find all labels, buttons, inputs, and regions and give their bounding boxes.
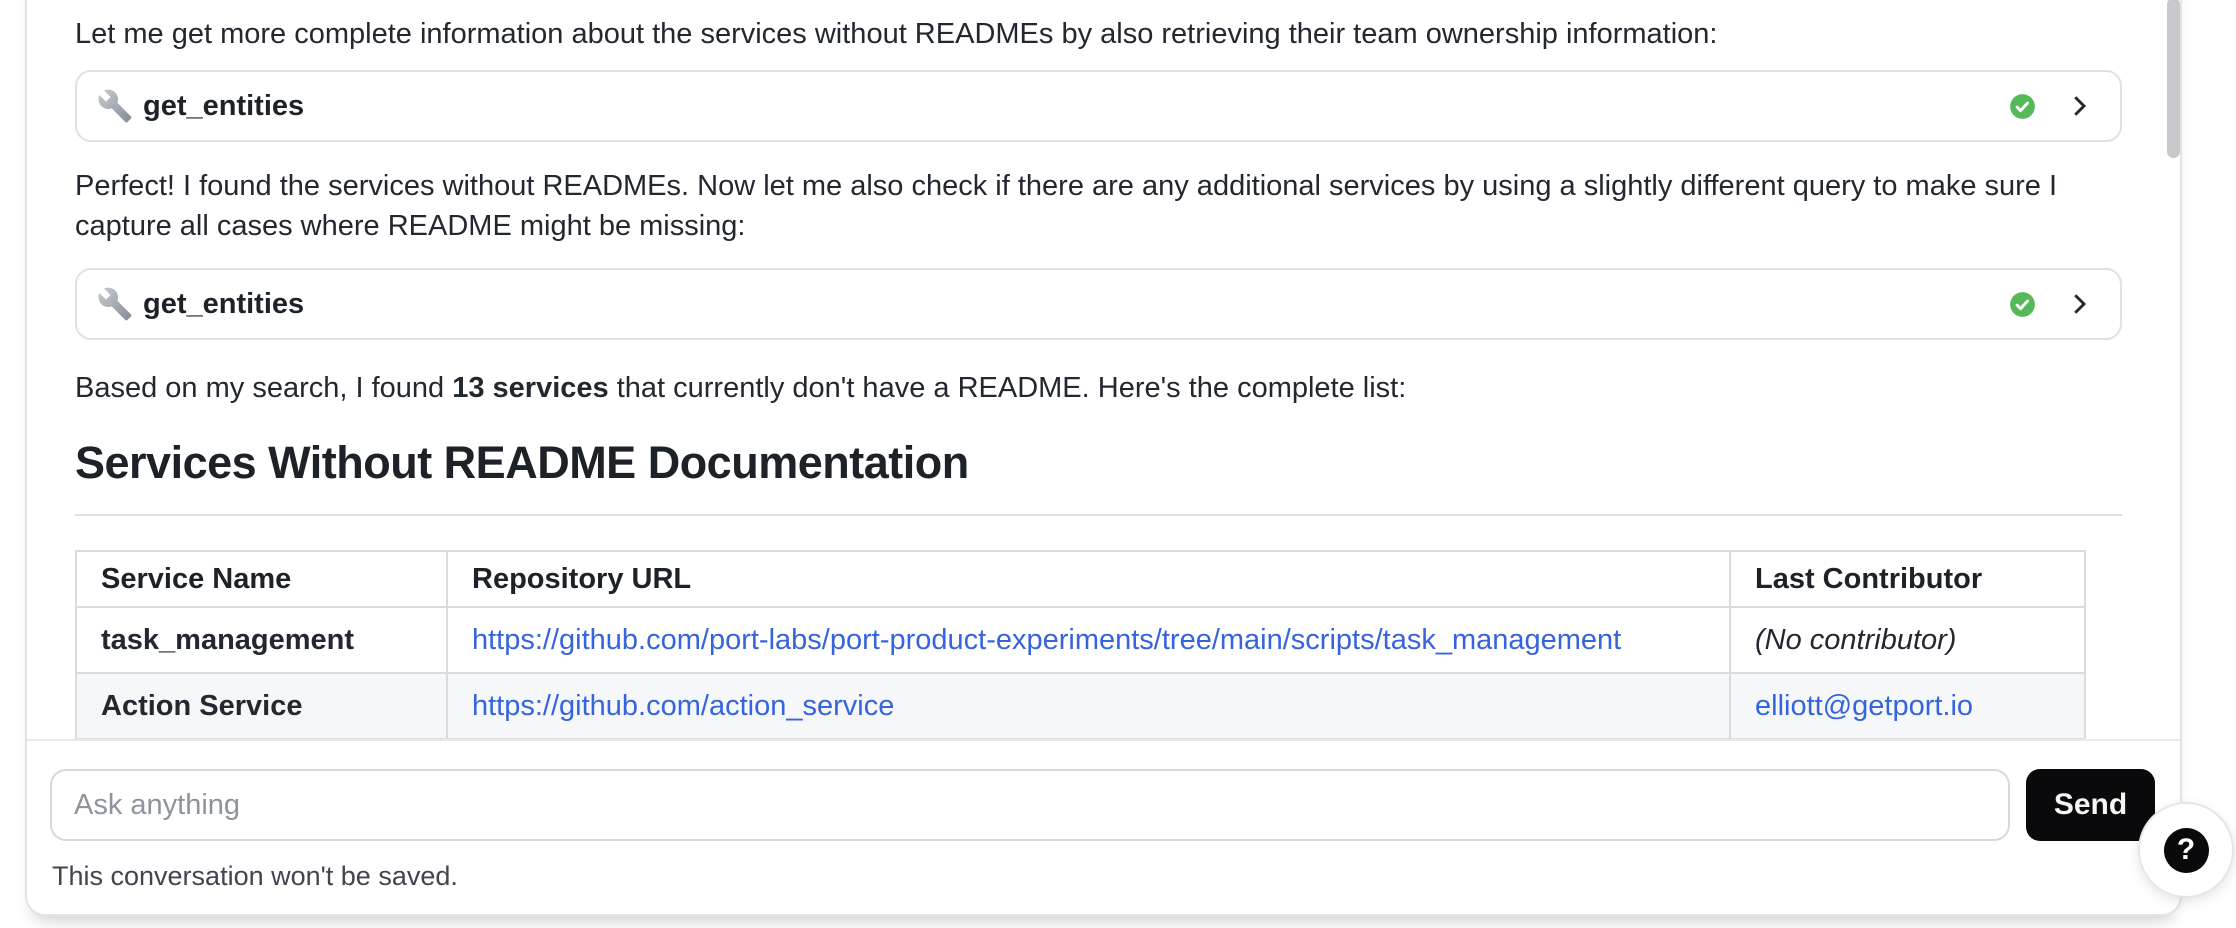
repository-link[interactable]: https://github.com/action_service <box>472 690 894 722</box>
contributor-email-link[interactable]: elliott@getport.io <box>1755 690 1973 722</box>
composer-row: Send <box>50 769 2155 841</box>
tool-call-name: get_entities <box>143 288 304 321</box>
wrench-icon <box>97 286 133 322</box>
question-mark-icon: ? <box>2164 828 2209 873</box>
column-header-last-contributor: Last Contributor <box>1730 551 2085 607</box>
assistant-message: Perfect! I found the services without RE… <box>75 166 2122 246</box>
table-row: task_management https://github.com/port-… <box>76 607 2085 673</box>
last-contributor-cell: elliott@getport.io <box>1730 673 2085 739</box>
ask-anything-input[interactable] <box>50 769 2010 841</box>
repository-url-cell: https://github.com/action_service <box>447 673 1730 739</box>
tool-call-get-entities-1[interactable]: get_entities <box>75 70 2122 142</box>
column-header-repository-url: Repository URL <box>447 551 1730 607</box>
chat-transcript: Let me get more complete information abo… <box>27 0 2180 802</box>
table-header-row: Service Name Repository URL Last Contrib… <box>76 551 2085 607</box>
repository-url-cell: https://github.com/port-labs/port-produc… <box>447 607 1730 673</box>
tool-call-name: get_entities <box>143 90 304 123</box>
service-name-cell: Action Service <box>76 673 447 739</box>
conversation-disclaimer: This conversation won't be saved. <box>52 861 2180 892</box>
message-text: that currently don't have a README. Here… <box>609 372 1407 404</box>
wrench-icon <box>97 88 133 124</box>
assistant-message: Based on my search, I found 13 services … <box>75 368 2122 408</box>
composer-footer: Send This conversation won't be saved. <box>27 739 2180 914</box>
chevron-right-icon[interactable] <box>2064 289 2094 319</box>
help-button[interactable]: ? <box>2138 802 2234 898</box>
success-check-icon <box>2009 291 2036 318</box>
column-header-service-name: Service Name <box>76 551 447 607</box>
message-text: Based on my search, I found <box>75 372 452 404</box>
chevron-right-icon[interactable] <box>2064 91 2094 121</box>
send-button[interactable]: Send <box>2026 769 2155 841</box>
divider <box>75 514 2122 516</box>
last-contributor-cell: (No contributor) <box>1730 607 2085 673</box>
success-check-icon <box>2009 93 2036 120</box>
table-row: Action Service https://github.com/action… <box>76 673 2085 739</box>
scrollbar-thumb[interactable] <box>2167 0 2180 158</box>
section-heading: Services Without README Documentation <box>75 438 2122 488</box>
message-bold-text: 13 services <box>452 372 608 404</box>
assistant-message: Let me get more complete information abo… <box>75 14 2122 54</box>
tool-call-get-entities-2[interactable]: get_entities <box>75 268 2122 340</box>
chat-panel: Let me get more complete information abo… <box>25 0 2182 916</box>
service-name-cell: task_management <box>76 607 447 673</box>
repository-link[interactable]: https://github.com/port-labs/port-produc… <box>472 624 1621 656</box>
